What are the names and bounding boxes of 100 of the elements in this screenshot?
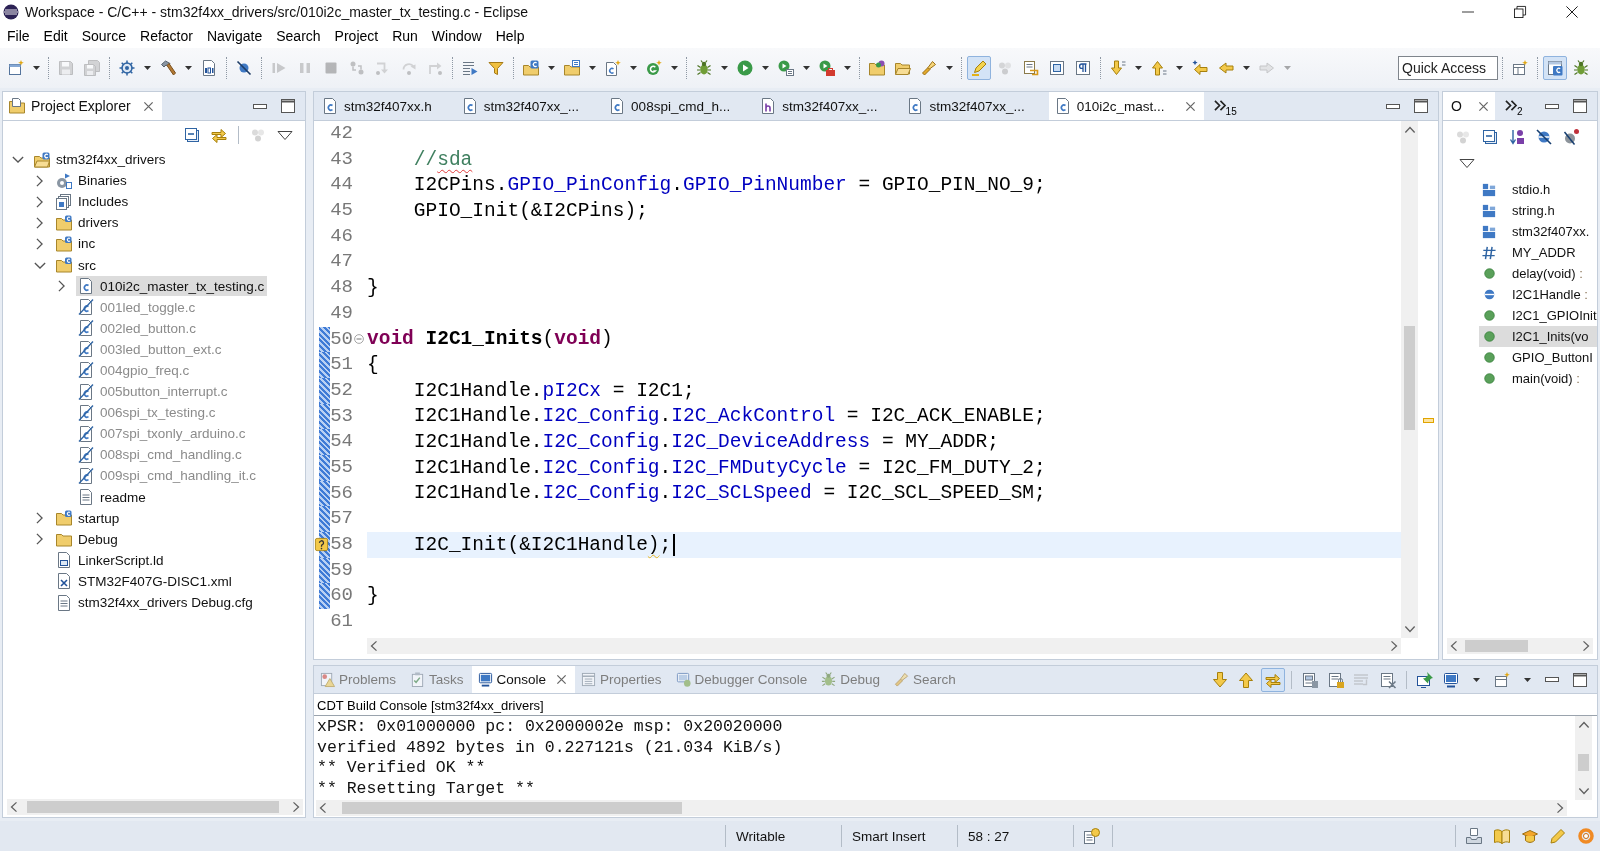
menu-item[interactable]: Help <box>488 26 532 46</box>
view-tab[interactable]: Debugger Console <box>669 666 816 693</box>
hammer-icon[interactable] <box>160 60 176 76</box>
dropdown-caret-icon[interactable] <box>1135 66 1142 70</box>
scroll-up-icon[interactable] <box>1404 126 1415 134</box>
outline-item[interactable]: MY_ADDR <box>1479 242 1597 263</box>
scroll-right-icon[interactable] <box>1390 641 1398 651</box>
tree-item[interactable]: 009spi_cmd_handling_it.c <box>76 465 260 486</box>
dropdown-caret-icon[interactable] <box>844 66 851 70</box>
outline-item[interactable]: I2C1_Inits(vo <box>1479 326 1597 347</box>
menu-item[interactable]: Window <box>424 26 489 46</box>
funnel-icon[interactable] <box>488 60 504 76</box>
menu-item[interactable]: Navigate <box>199 26 270 46</box>
quick-access-field[interactable]: Quick Access <box>1398 56 1498 80</box>
star-arrow-icon[interactable] <box>1192 60 1208 76</box>
editor-tab[interactable]: stm32f407xx_... <box>754 92 902 120</box>
tree-item[interactable]: drivers <box>54 212 122 233</box>
folder-dots-icon[interactable] <box>869 60 885 76</box>
binary-file-icon[interactable] <box>201 60 217 76</box>
dropdown-caret-icon[interactable] <box>803 66 810 70</box>
dropdown-caret-icon[interactable] <box>1524 677 1531 682</box>
view-tab[interactable]: Console <box>471 666 576 693</box>
run-toolbox-icon[interactable] <box>819 60 835 76</box>
scroll-left-icon[interactable] <box>370 641 378 651</box>
scroll-right-icon[interactable] <box>292 802 300 812</box>
slashed-dot-badge-icon[interactable] <box>1563 129 1579 145</box>
scroll-left-icon[interactable] <box>1450 641 1458 651</box>
run-icon[interactable] <box>737 60 753 76</box>
outline-item[interactable]: stdio.h <box>1479 179 1597 200</box>
scrollbar-thumb[interactable] <box>1578 754 1589 771</box>
scrollbar-thumb[interactable] <box>1404 326 1415 430</box>
collapse-all-icon[interactable] <box>184 127 200 143</box>
horizontal-scrollbar[interactable] <box>316 800 1567 816</box>
back-icon[interactable] <box>1218 60 1234 76</box>
dropdown-caret-icon[interactable] <box>721 66 728 70</box>
link-arrows-icon[interactable] <box>211 127 227 143</box>
tree-item[interactable]: LinkerScript.ld <box>54 550 167 571</box>
maximize-icon[interactable] <box>1414 99 1428 113</box>
bug-icon[interactable] <box>1573 60 1589 76</box>
dropdown-caret-icon[interactable] <box>1176 66 1183 70</box>
tree-item[interactable]: 007spi_txonly_arduino.c <box>76 423 249 444</box>
scroll-down-icon[interactable] <box>1578 787 1589 795</box>
scroll-right-icon[interactable] <box>1582 641 1590 651</box>
collapse-all-icon[interactable] <box>1482 129 1498 145</box>
pin-monitor-icon[interactable] <box>1417 671 1433 688</box>
dropdown-caret-icon[interactable] <box>1473 677 1480 682</box>
dropdown-caret-icon[interactable] <box>946 66 953 70</box>
dropdown-caret-icon[interactable] <box>185 66 192 70</box>
view-tab[interactable]: O <box>1443 92 1495 120</box>
restore-icon[interactable] <box>1514 6 1526 18</box>
maximize-icon[interactable] <box>281 99 295 113</box>
scroll-right-icon[interactable] <box>1556 803 1564 813</box>
c-perspective-icon[interactable] <box>1543 56 1567 80</box>
up-arrow-icon[interactable] <box>1239 671 1255 688</box>
menu-item[interactable]: Source <box>74 26 134 46</box>
scrollbar-thumb[interactable] <box>1465 640 1528 652</box>
tree-item[interactable]: 006spi_tx_testing.c <box>76 402 219 423</box>
outline-item[interactable]: stm32f407xx. <box>1479 221 1597 242</box>
tree-item[interactable]: inc <box>54 233 99 254</box>
menu-item[interactable]: Run <box>385 26 425 46</box>
minimize-icon[interactable] <box>1386 103 1400 109</box>
outline-item[interactable]: I2C1_GPIOInit <box>1479 305 1597 326</box>
tree-item[interactable]: stm32f4xx_drivers <box>32 149 169 170</box>
tree-item[interactable]: readme <box>76 487 149 508</box>
vertical-scrollbar[interactable] <box>1401 121 1418 638</box>
dropdown-caret-icon[interactable] <box>589 66 596 70</box>
horizontal-scrollbar[interactable] <box>7 799 303 815</box>
view-menu-icon[interactable] <box>1459 158 1475 169</box>
down-arrow-icon[interactable] <box>1110 60 1126 76</box>
document-cross-icon[interactable] <box>1380 671 1396 688</box>
tree-item[interactable]: 002led_button.c <box>76 318 200 339</box>
swap-arrows-icon[interactable] <box>1261 667 1285 692</box>
window-sparkle-icon[interactable] <box>1494 671 1510 688</box>
slashed-dot-icon[interactable] <box>236 60 252 76</box>
scroll-down-icon[interactable] <box>1404 625 1415 633</box>
folder-document-icon[interactable] <box>564 60 580 76</box>
maximize-icon[interactable] <box>1573 672 1587 687</box>
document-arrow-icon[interactable] <box>1023 60 1039 76</box>
document-grid-icon[interactable] <box>1302 671 1318 688</box>
minimize-icon[interactable] <box>1545 103 1559 109</box>
document-lock-icon[interactable] <box>1328 671 1344 688</box>
pilcrow-icon[interactable] <box>1075 60 1091 76</box>
dropdown-caret-icon[interactable] <box>33 66 40 70</box>
outline-item[interactable]: delay(void) : <box>1479 263 1597 284</box>
scroll-up-icon[interactable] <box>1578 721 1589 729</box>
scrollbar-thumb[interactable] <box>27 801 279 813</box>
vertical-scrollbar[interactable] <box>1575 716 1592 800</box>
menu-item[interactable]: Refactor <box>133 26 200 46</box>
scroll-left-icon[interactable] <box>319 803 327 813</box>
view-menu-icon[interactable] <box>277 129 293 141</box>
tree-item[interactable]: 010i2c_master_tx_testing.c <box>76 276 268 297</box>
tree-item[interactable]: STM32F407G-DISC1.xml <box>54 571 235 592</box>
outline-item[interactable]: string.h <box>1479 200 1597 221</box>
monitor-icon[interactable] <box>1443 671 1459 688</box>
dropdown-caret-icon[interactable] <box>762 66 769 70</box>
editor-tab[interactable]: stm32f407xx.h <box>316 92 456 120</box>
horizontal-scrollbar[interactable] <box>1447 638 1593 654</box>
menu-item[interactable]: File <box>0 26 37 46</box>
lifebuoy-icon[interactable] <box>1578 828 1594 844</box>
document-badge-icon[interactable] <box>1084 828 1100 844</box>
